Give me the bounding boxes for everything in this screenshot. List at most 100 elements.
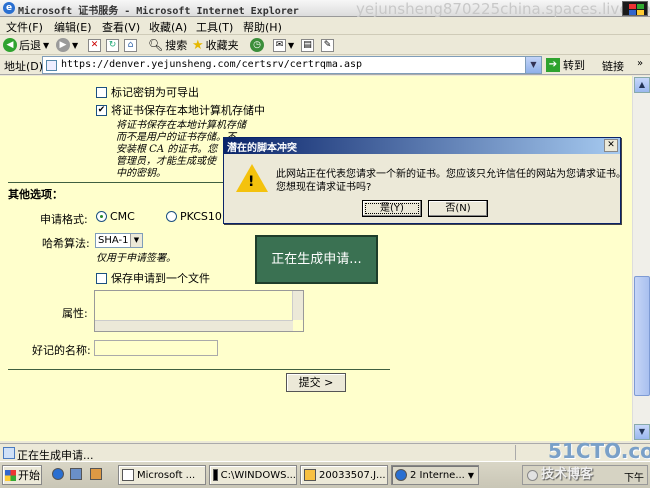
site-watermark: 51CTO.com [548,439,650,463]
mail-icon: ✉ [273,38,286,52]
format-cmc-radio[interactable] [96,211,107,222]
task-cmd[interactable]: C:\WINDOWS... [209,465,297,485]
hash-label: 哈希算法: [42,237,90,250]
save-local-checkbox[interactable]: ✔ [96,104,107,116]
attributes-label: 属性: [62,307,88,320]
page-loading-icon [3,447,15,459]
windows-flag-icon [5,469,16,481]
textarea-vscroll[interactable] [292,291,303,320]
address-bar: 地址(D) https://denver.yejunsheng.com/cert… [0,55,650,75]
menu-help[interactable]: 帮助(H) [243,19,282,35]
ie-quicklaunch-icon[interactable] [52,468,64,480]
menu-file[interactable]: 文件(F) [6,19,43,35]
address-url: https://denver.yejunsheng.com/certsrv/ce… [61,59,363,70]
search-button[interactable]: 🔍︎ 搜索 [148,36,187,54]
no-button[interactable]: 否(N) [428,200,488,217]
task-label: C:\WINDOWS... [220,469,296,481]
history-icon: ◷ [250,38,264,52]
stop-button[interactable]: ✕ [88,36,101,54]
generating-box: 正在生成申请... [255,235,378,284]
refresh-icon: ↻ [106,38,119,52]
scroll-thumb[interactable] [634,276,650,396]
friendly-name-input[interactable] [94,340,218,356]
chevron-down-icon[interactable]: ▼ [130,234,142,247]
yes-button[interactable]: 是(Y) [362,200,422,217]
window-icon [122,469,134,481]
textarea-hscroll[interactable] [95,320,293,331]
print-icon: ▤ [301,38,314,52]
title-bar: e Microsoft 证书服务 - Microsoft Internet Ex… [0,0,650,18]
scroll-down-icon[interactable]: ▼ [634,424,650,440]
chevron-down-icon[interactable]: ▼ [525,57,541,73]
search-label: 搜索 [165,39,188,52]
format-cmc-label: CMC [110,210,135,223]
menu-view[interactable]: 查看(V) [102,19,140,35]
windows-logo-icon [622,1,648,16]
stop-icon: ✕ [88,38,101,52]
scroll-up-icon[interactable]: ▲ [634,77,650,93]
ie-icon [395,469,407,481]
back-button[interactable]: ◀ 后退 ▼ [3,36,49,54]
links-button[interactable]: 链接 [602,58,624,74]
task-microsoft[interactable]: Microsoft ... [118,465,206,485]
task-ie[interactable]: 2 Interne... ▼ [391,465,479,485]
favorites-button[interactable]: ★ 收藏夹 [192,36,239,54]
home-button[interactable]: ⌂ [124,36,137,54]
format-pkcs10-label: PKCS10 [180,210,222,223]
address-label: 地址(D) [4,60,44,73]
go-label: 转到 [563,59,585,72]
divider [8,369,390,370]
watermark-text: yejunsheng870225china.spaces.live.com [356,0,650,18]
task-image[interactable]: 20033507.J... [300,465,388,485]
dialog-message-line2: 您想现在请求证书吗? [276,182,372,193]
mark-exportable-label: 标记密钥为可导出 [111,86,199,99]
save-request-option[interactable]: 保存申请到一个文件 [96,270,210,286]
print-button[interactable]: ▤ [301,36,314,54]
start-button[interactable]: 开始 [2,465,42,485]
network-icon[interactable] [527,470,538,481]
edit-button[interactable]: ✎ [321,36,334,54]
desktop-quicklaunch-icon[interactable] [70,468,82,480]
window-title: Microsoft 证书服务 - Microsoft Internet Expl… [18,6,299,17]
submit-button[interactable]: 提交 > [286,373,346,392]
hash-select[interactable]: SHA-1 ▼ [95,233,143,248]
toolbar: ◀ 后退 ▼ ▶ ▼ ✕ ↻ ⌂ 🔍︎ 搜索 ★ 收藏夹 ◷ ✉ ▼ ▤ ✎ [0,35,650,55]
save-request-checkbox[interactable] [96,272,107,284]
dialog-title: 潜在的脚本冲突 [227,143,297,154]
clock[interactable]: 下午 [624,469,644,484]
console-icon [213,469,218,481]
search-icon: 🔍︎ [148,38,164,52]
attributes-textarea[interactable] [94,290,304,332]
menu-edit[interactable]: 编辑(E) [54,19,92,35]
chevron-down-icon: ▼ [288,40,295,50]
menu-favorites[interactable]: 收藏(A) [149,19,187,35]
address-input[interactable]: https://denver.yejunsheng.com/certsrv/ce… [42,56,542,74]
forward-arrow-icon: ▶ [56,38,70,52]
go-arrow-icon: ➔ [546,58,560,72]
chevron-right-icon[interactable]: » [637,58,643,69]
format-cmc-option[interactable]: CMC [96,210,135,223]
blog-watermark: 技术博客 [541,467,594,482]
forward-button[interactable]: ▶ ▼ [56,36,78,54]
mark-exportable-option[interactable]: 标记密钥为可导出 [96,84,199,100]
hash-note: 仅用于申请签署。 [96,253,176,264]
refresh-button[interactable]: ↻ [106,36,119,54]
page-icon [46,60,57,71]
go-button[interactable]: ➔ 转到 [546,56,585,74]
back-label: 后退 [19,39,41,52]
menu-tools[interactable]: 工具(T) [196,19,233,35]
mail-button[interactable]: ✉ ▼ [273,36,294,54]
format-pkcs10-radio[interactable] [166,211,177,222]
save-request-label: 保存申请到一个文件 [111,272,210,285]
history-button[interactable]: ◷ [250,36,264,54]
task-label: 2 Interne... [410,469,465,481]
close-icon[interactable]: ✕ [604,139,618,152]
media-quicklaunch-icon[interactable] [90,468,102,480]
image-icon [304,469,316,481]
friendly-name-label: 好记的名称: [32,344,91,357]
home-icon: ⌂ [124,38,137,52]
mark-exportable-checkbox[interactable] [96,86,107,98]
page-scrollbar[interactable]: ▲ ▼ [632,76,650,441]
format-pkcs10-option[interactable]: PKCS10 [166,210,222,223]
task-label: Microsoft ... [137,469,196,481]
